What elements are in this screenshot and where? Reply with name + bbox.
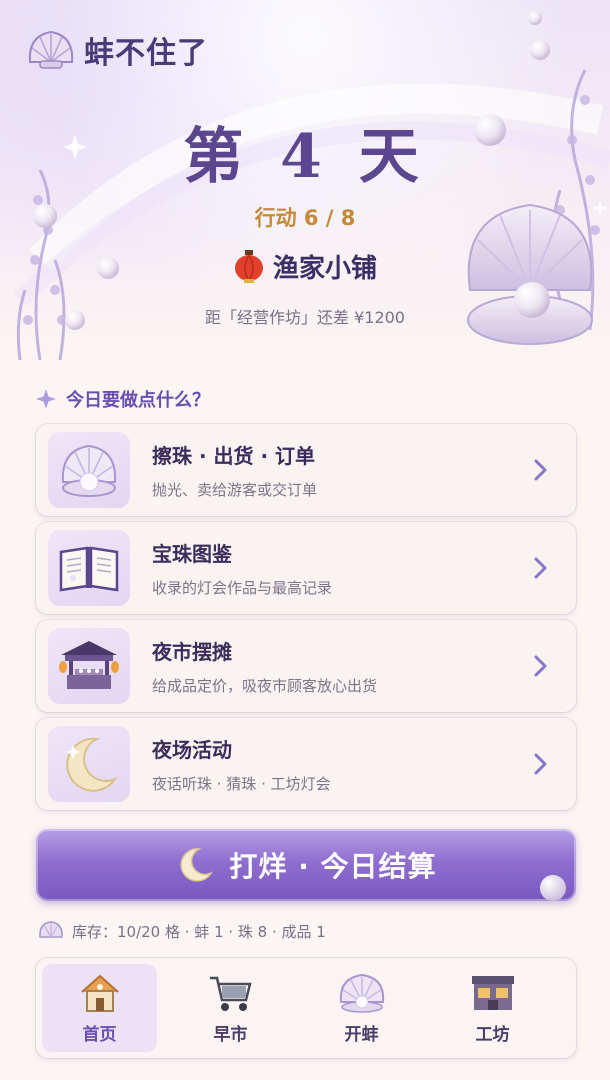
cart-icon xyxy=(209,976,252,1011)
close-shop-label: 打烊 · 今日结算 xyxy=(229,850,437,883)
inventory-text: 库存：10/20 格 · 蚌 1 · 珠 8 · 成品 1 xyxy=(72,922,326,941)
card-title: 宝珠图鉴 xyxy=(152,542,232,566)
tab-home[interactable]: 首页 xyxy=(42,964,157,1052)
day-title: 第 4 天 xyxy=(183,122,427,192)
actions-counter: 行动 6 / 8 xyxy=(254,206,356,230)
menu-card-catalog[interactable]: 宝珠图鉴 收录的灯会作品与最高记录 xyxy=(36,522,576,614)
pearl-shell-icon xyxy=(61,444,117,497)
moon-icon xyxy=(66,737,118,792)
card-icon-box xyxy=(48,530,130,606)
card-title: 夜市摆摊 xyxy=(152,640,232,664)
card-title: 擦珠 · 出货 · 订单 xyxy=(152,444,316,468)
lantern-icon xyxy=(234,249,263,283)
shell-logo-icon xyxy=(28,30,74,69)
card-subtitle: 抛光、卖给游客或交订单 xyxy=(152,481,318,499)
tab-workshop[interactable]: 工坊 xyxy=(435,964,550,1052)
chevron-right-icon xyxy=(526,459,556,481)
card-title: 夜场活动 xyxy=(152,738,232,762)
workshop-icon xyxy=(471,975,514,1010)
card-subtitle: 给成品定价，吸夜市顾客放心出货 xyxy=(152,677,378,695)
pearl-icon xyxy=(540,875,566,901)
goal-text: 距「经营作坊」还差 ¥1200 xyxy=(205,308,405,327)
tab-label: 首页 xyxy=(82,1024,117,1045)
section-title: 今日要做点什么？ xyxy=(66,390,210,411)
chevron-right-icon xyxy=(526,753,556,775)
menu-card-night-events[interactable]: 夜场活动 夜话听珠 · 猜珠 · 工坊灯会 xyxy=(36,718,576,810)
tab-label: 工坊 xyxy=(475,1024,510,1045)
sparkle-icon xyxy=(36,389,56,409)
tab-open-shell[interactable]: 开蚌 xyxy=(304,964,419,1052)
card-subtitle: 收录的灯会作品与最高记录 xyxy=(152,579,333,597)
app-header: 蚌不住了 xyxy=(26,28,208,72)
shop-row: 渔家小铺 xyxy=(0,248,610,285)
card-icon-box xyxy=(48,726,130,802)
tab-morning-market[interactable]: 早市 xyxy=(173,964,288,1052)
shell-icon xyxy=(39,921,63,938)
card-icon-box xyxy=(48,628,130,704)
hero-banner: 蚌不住了 第 4 天 行动 6 / 8 渔家小铺 距「经营作坊」还差 ¥1200 xyxy=(0,0,610,365)
chevron-right-icon xyxy=(526,557,556,579)
bottom-tab-bar: 首页 早市 开蚌 工坊 xyxy=(36,958,576,1058)
app-title: 蚌不住了 xyxy=(84,36,208,71)
book-icon xyxy=(59,546,119,592)
close-shop-button[interactable]: 打烊 · 今日结算 xyxy=(36,829,576,901)
tab-label: 开蚌 xyxy=(344,1024,379,1045)
house-icon xyxy=(80,974,119,1012)
market-stall-icon xyxy=(59,641,119,689)
shell-icon xyxy=(339,973,384,1013)
card-subtitle: 夜话听珠 · 猜珠 · 工坊灯会 xyxy=(152,775,331,793)
inventory-row: 库存：10/20 格 · 蚌 1 · 珠 8 · 成品 1 xyxy=(38,920,326,942)
moon-icon xyxy=(180,848,214,882)
card-icon-box xyxy=(48,432,130,508)
menu-card-polish[interactable]: 擦珠 · 出货 · 订单 抛光、卖给游客或交订单 xyxy=(36,424,576,516)
menu-card-night-market[interactable]: 夜市摆摊 给成品定价，吸夜市顾客放心出货 xyxy=(36,620,576,712)
shop-name: 渔家小铺 xyxy=(272,254,377,284)
section-header: 今日要做点什么？ xyxy=(36,386,210,412)
tab-label: 早市 xyxy=(213,1024,248,1045)
chevron-right-icon xyxy=(526,655,556,677)
